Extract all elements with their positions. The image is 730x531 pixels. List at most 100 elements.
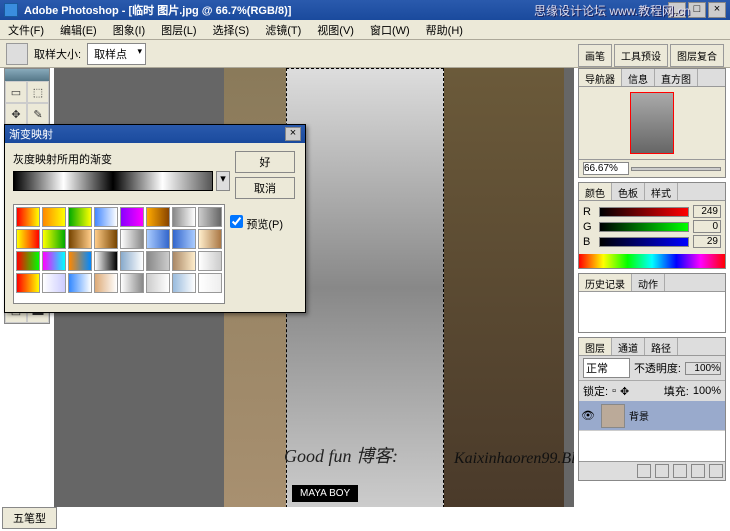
tab-brush[interactable]: 画笔 (578, 44, 612, 67)
menu-edit[interactable]: 编辑(E) (52, 20, 105, 40)
menu-window[interactable]: 窗口(W) (362, 20, 418, 40)
app-icon (4, 3, 18, 17)
zoom-slider[interactable] (631, 167, 721, 171)
delete-layer-icon[interactable] (709, 464, 723, 478)
toolbox-header[interactable] (5, 69, 49, 81)
tool-0[interactable]: ▭ (5, 81, 27, 103)
tool-2[interactable]: ✥ (5, 103, 27, 125)
current-tool-icon[interactable] (6, 43, 28, 65)
navigator-thumbnail[interactable] (630, 92, 674, 154)
menu-help[interactable]: 帮助(H) (418, 20, 471, 40)
gradient-preset-25[interactable] (42, 273, 66, 293)
blend-mode-select[interactable]: 正常 (583, 358, 630, 378)
gradient-preset-30[interactable] (172, 273, 196, 293)
gradient-preset-16[interactable] (16, 251, 40, 271)
menu-image[interactable]: 图象(I) (105, 20, 153, 40)
tab-layers[interactable]: 图层 (579, 338, 612, 355)
tab-layer-comps[interactable]: 图层复合 (670, 44, 724, 67)
lock-pixels-icon[interactable]: ▫ (612, 385, 616, 397)
gradient-preset-29[interactable] (146, 273, 170, 293)
gradient-preset-5[interactable] (146, 207, 170, 227)
gradient-preset-0[interactable] (16, 207, 40, 227)
gradient-preset-28[interactable] (120, 273, 144, 293)
gradient-preset-19[interactable] (94, 251, 118, 271)
preview-checkbox-input[interactable] (230, 215, 243, 228)
menu-filter[interactable]: 滤镜(T) (257, 20, 309, 40)
gradient-preset-3[interactable] (94, 207, 118, 227)
zoom-input[interactable] (583, 162, 629, 175)
dialog-close-button[interactable]: × (285, 127, 301, 141)
gradient-preview[interactable] (13, 171, 213, 191)
color-spectrum[interactable] (579, 254, 725, 268)
layer-fx-icon[interactable] (637, 464, 651, 478)
gradient-preset-13[interactable] (146, 229, 170, 249)
new-layer-icon[interactable] (691, 464, 705, 478)
preview-checkbox[interactable]: 预览(P) (230, 215, 283, 232)
gradient-preset-8[interactable] (16, 229, 40, 249)
gradient-preset-27[interactable] (94, 273, 118, 293)
ok-button[interactable]: 好 (235, 151, 295, 173)
sample-size-select[interactable]: 取样点 (87, 43, 146, 65)
gradient-presets (13, 204, 225, 304)
gradient-preset-21[interactable] (146, 251, 170, 271)
gradient-preset-26[interactable] (68, 273, 92, 293)
tool-1[interactable]: ⬚ (27, 81, 49, 103)
gradient-preset-18[interactable] (68, 251, 92, 271)
gradient-preset-17[interactable] (42, 251, 66, 271)
menu-view[interactable]: 视图(V) (309, 20, 362, 40)
tab-histogram[interactable]: 直方图 (655, 69, 698, 86)
new-group-icon[interactable] (673, 464, 687, 478)
gradient-preset-22[interactable] (172, 251, 196, 271)
tab-styles[interactable]: 样式 (645, 183, 678, 200)
layer-row[interactable]: 👁 背景 (579, 401, 725, 431)
layer-name[interactable]: 背景 (629, 408, 649, 423)
tab-tool-presets[interactable]: 工具预设 (614, 44, 668, 67)
gradient-preset-6[interactable] (172, 207, 196, 227)
tab-channels[interactable]: 通道 (612, 338, 645, 355)
gradient-preset-2[interactable] (68, 207, 92, 227)
b-slider[interactable] (599, 237, 689, 247)
ime-button[interactable]: 五笔型 (2, 507, 57, 529)
dialog-titlebar[interactable]: 渐变映射 × (5, 125, 305, 143)
r-value[interactable]: 249 (693, 205, 721, 218)
cancel-button[interactable]: 取消 (235, 177, 295, 199)
gradient-preset-10[interactable] (68, 229, 92, 249)
tool-3[interactable]: ✎ (27, 103, 49, 125)
fill-input[interactable]: 100% (693, 385, 721, 397)
tab-swatches[interactable]: 色板 (612, 183, 645, 200)
menu-select[interactable]: 选择(S) (205, 20, 258, 40)
gradient-preset-1[interactable] (42, 207, 66, 227)
gradient-dropdown-arrow[interactable]: ▾ (216, 171, 230, 191)
maximize-button[interactable]: □ (688, 2, 706, 18)
close-button[interactable]: × (708, 2, 726, 18)
tab-info[interactable]: 信息 (622, 69, 655, 86)
history-list[interactable] (579, 292, 725, 332)
menu-layer[interactable]: 图层(L) (153, 20, 204, 40)
tab-actions[interactable]: 动作 (632, 274, 665, 291)
gradient-preset-12[interactable] (120, 229, 144, 249)
gradient-preset-20[interactable] (120, 251, 144, 271)
gradient-preset-4[interactable] (120, 207, 144, 227)
r-slider[interactable] (599, 207, 689, 217)
gradient-preset-11[interactable] (94, 229, 118, 249)
layer-mask-icon[interactable] (655, 464, 669, 478)
tab-navigator[interactable]: 导航器 (579, 69, 622, 86)
gradient-preset-15[interactable] (198, 229, 222, 249)
menu-file[interactable]: 文件(F) (0, 20, 52, 40)
tab-color[interactable]: 颜色 (579, 183, 612, 200)
lock-position-icon[interactable]: ✥ (620, 385, 629, 398)
opacity-input[interactable]: 100% (685, 362, 721, 375)
g-value[interactable]: 0 (693, 220, 721, 233)
gradient-preset-31[interactable] (198, 273, 222, 293)
g-slider[interactable] (599, 222, 689, 232)
gradient-preset-14[interactable] (172, 229, 196, 249)
gradient-preset-23[interactable] (198, 251, 222, 271)
tab-history[interactable]: 历史记录 (579, 274, 632, 291)
b-value[interactable]: 29 (693, 235, 721, 248)
gradient-preset-9[interactable] (42, 229, 66, 249)
layer-thumbnail[interactable] (601, 404, 625, 428)
visibility-icon[interactable]: 👁 (579, 409, 597, 422)
gradient-preset-24[interactable] (16, 273, 40, 293)
tab-paths[interactable]: 路径 (645, 338, 678, 355)
gradient-preset-7[interactable] (198, 207, 222, 227)
